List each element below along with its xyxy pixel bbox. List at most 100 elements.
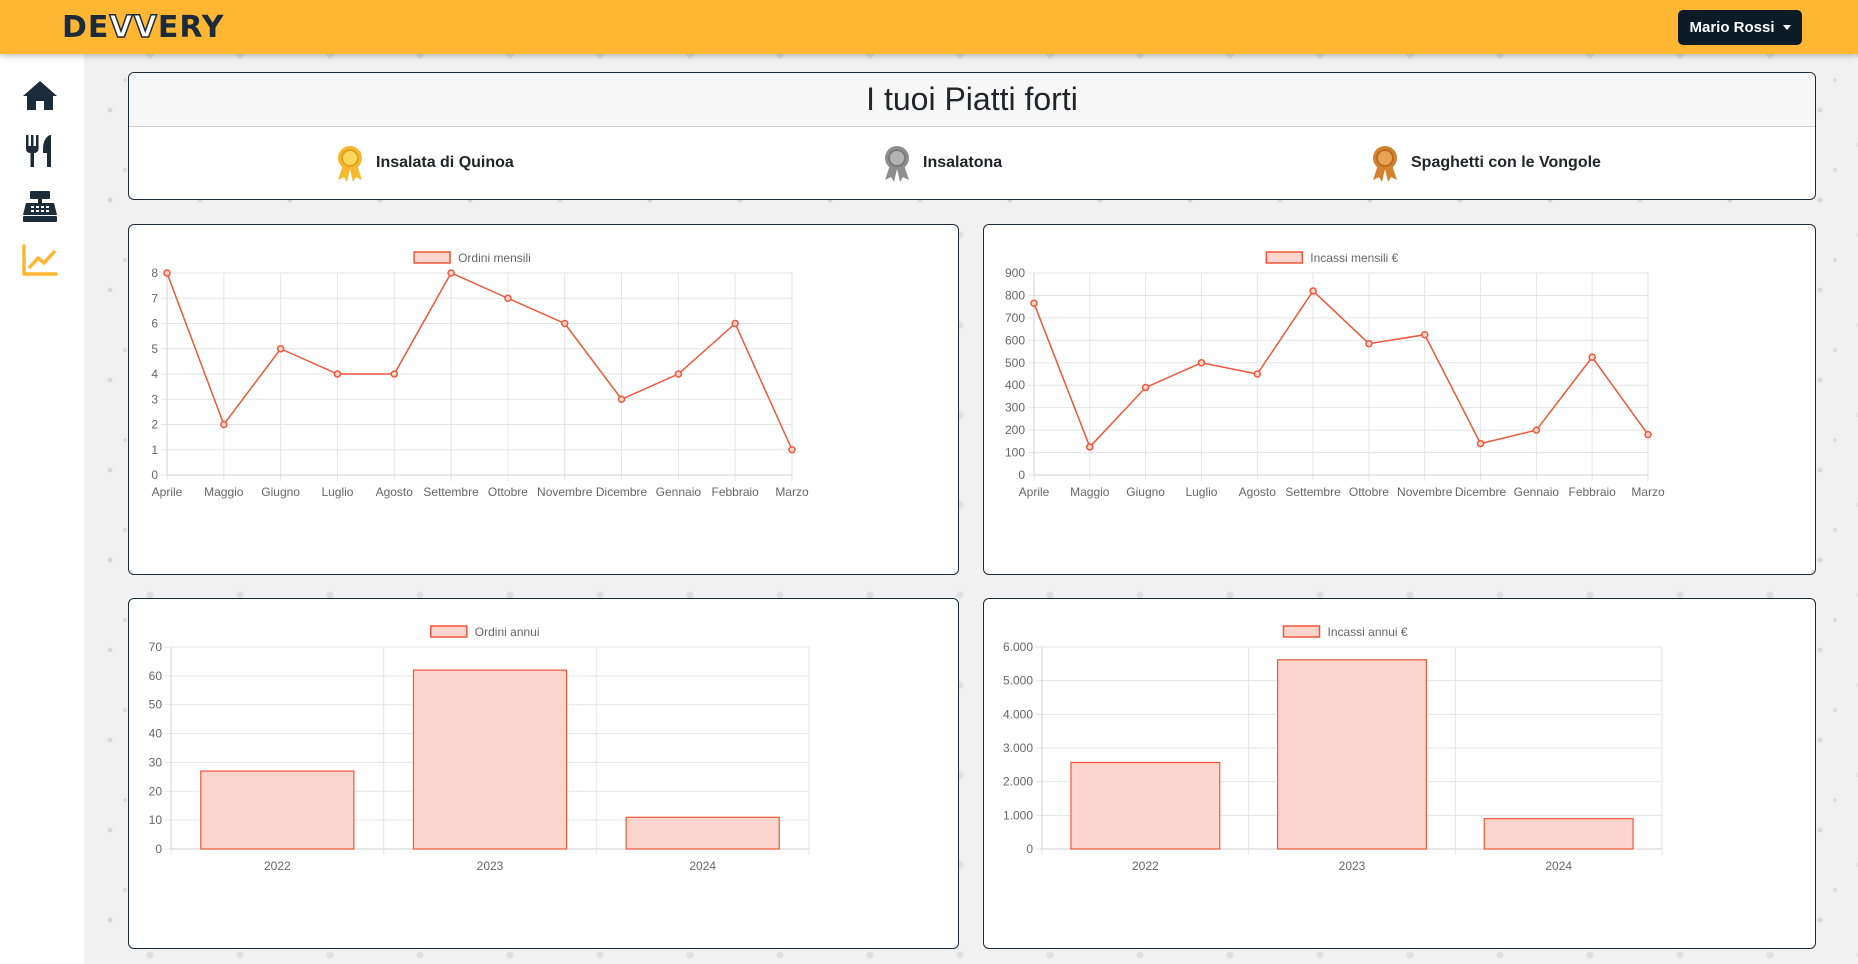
data-point	[674, 370, 683, 378]
home-icon	[23, 81, 57, 110]
y-tick-label: 5	[151, 342, 158, 356]
y-tick-label: 70	[149, 640, 163, 654]
y-tick-label: 20	[149, 784, 163, 798]
y-tick-label: 1	[151, 443, 158, 457]
x-tick-label: Maggio	[204, 485, 244, 499]
yearly-revenue-chart-panel: Incassi annui € 0 1.000 2.000 3.000 4.000 5.00…	[983, 598, 1816, 949]
data-point	[447, 269, 455, 277]
sidebar	[0, 54, 84, 964]
legend-swatch	[1282, 625, 1321, 638]
x-tick-label: Agosto	[1239, 485, 1277, 499]
data-point	[1532, 426, 1541, 434]
y-tick-label: 200	[1005, 423, 1025, 437]
data-point	[1365, 339, 1373, 348]
data-point	[276, 345, 285, 353]
x-tick-label: Agosto	[376, 485, 414, 499]
y-tick-label: 6	[151, 317, 158, 331]
chart-legend: Incassi annui €	[1282, 625, 1408, 639]
x-tick-label: Novembre	[1397, 485, 1453, 499]
x-tick-label: Dicembre	[596, 485, 648, 499]
y-tick-label: 10	[149, 813, 163, 827]
chart-legend: Incassi mensili €	[1265, 251, 1399, 265]
chevron-down-icon	[1782, 25, 1791, 30]
data-point	[1197, 359, 1206, 367]
monthly-revenue-chart: Incassi mensili € 0 100 200 300 400 500 600 700 8…	[1005, 251, 1665, 499]
x-tick-label: 2023	[477, 859, 504, 873]
monthly-revenue-chart-panel: Incassi mensili € 0 100 200 300 400 500 600 700 8…	[983, 224, 1816, 575]
x-tick-label: Marzo	[1631, 485, 1665, 499]
monthly-orders-chart: Ordini mensili 0 1 2 3 4 5 6 7 8 Aprile Maggio Giugn…	[151, 251, 809, 499]
chart-line-icon	[22, 244, 58, 276]
data-point	[1030, 299, 1038, 308]
x-tick-label: Luglio	[1185, 485, 1217, 499]
legend-swatch	[430, 625, 468, 638]
sidebar-item-home[interactable]	[20, 76, 60, 116]
x-tick-label: Ottobre	[488, 485, 528, 499]
top-dish-name: Spaghetti con le Vongole	[1411, 154, 1601, 171]
y-tick-label: 60	[149, 669, 163, 683]
sidebar-item-orders[interactable]	[20, 186, 60, 226]
x-tick-label: Maggio	[1070, 485, 1110, 499]
y-tick-label: 0	[1018, 468, 1025, 482]
x-tick-label: 2024	[689, 859, 716, 873]
chart-legend: Ordini annui	[430, 625, 540, 639]
top-dish-name: Insalata di Quinoa	[376, 154, 514, 171]
x-tick-label: Settembre	[423, 485, 479, 499]
data-point	[731, 319, 739, 328]
series-line	[166, 272, 793, 451]
data-point	[617, 395, 626, 403]
top-dishes-title: I tuoi Piatti forti	[129, 73, 1815, 127]
y-tick-label: 900	[1005, 266, 1025, 280]
data-point	[1588, 353, 1596, 361]
silver-medal-icon	[885, 146, 909, 182]
x-tick-label: 2023	[1339, 859, 1366, 873]
user-menu-button[interactable]: Mario Rossi	[1678, 10, 1802, 45]
data-point	[163, 269, 171, 277]
top-dish-name: Insalatona	[923, 154, 1003, 171]
yearly-revenue-chart: Incassi annui € 0 1.000 2.000 3.000 4.000 5.00…	[1003, 625, 1663, 873]
data-point	[220, 420, 228, 429]
y-tick-label: 0	[151, 468, 158, 482]
x-tick-label: 2022	[1132, 859, 1159, 873]
y-tick-label: 1.000	[1003, 808, 1033, 822]
data-point	[1644, 430, 1652, 439]
y-tick-label: 7	[151, 291, 158, 305]
x-tick-label: Gennaio	[1514, 485, 1560, 499]
bar	[200, 770, 355, 850]
yearly-orders-chart: Ordini annui 0 10 20 30 40 50 60 70 2022 2023 2024	[149, 625, 810, 873]
y-tick-label: 3.000	[1003, 741, 1033, 755]
sidebar-item-statistics[interactable]	[20, 240, 60, 280]
y-tick-label: 2	[151, 418, 158, 432]
top-navbar: DEVVERY Mario Rossi	[0, 0, 1858, 54]
legend-swatch	[1265, 251, 1304, 264]
x-tick-label: Febbraio	[1568, 485, 1616, 499]
bar	[625, 816, 780, 850]
y-tick-label: 8	[151, 266, 158, 280]
data-point	[390, 370, 399, 378]
x-tick-label: Novembre	[537, 485, 593, 499]
data-point	[333, 370, 342, 378]
legend-swatch	[413, 251, 451, 264]
data-point	[1141, 383, 1150, 392]
y-tick-label: 500	[1005, 356, 1025, 370]
data-point	[1420, 330, 1429, 339]
legend-label: Ordini mensili	[458, 251, 531, 265]
legend-label: Incassi mensili €	[1310, 251, 1398, 265]
y-tick-label: 50	[149, 698, 163, 712]
bar	[412, 669, 568, 850]
bar	[1277, 659, 1428, 850]
data-point	[788, 446, 796, 454]
bar	[1483, 818, 1634, 850]
cash-register-icon	[23, 191, 57, 222]
y-tick-label: 6.000	[1003, 640, 1033, 654]
y-tick-label: 2.000	[1003, 775, 1033, 789]
yearly-orders-chart-panel: Ordini annui 0 10 20 30 40 50 60 70 2022 2023 2024	[128, 598, 959, 949]
top-dish-3: Spaghetti con le Vongole	[1369, 143, 1601, 183]
x-tick-label: Settembre	[1285, 485, 1341, 499]
y-tick-label: 4	[151, 367, 158, 381]
app-logo[interactable]: DEVVERY	[62, 9, 225, 46]
data-point	[1309, 287, 1317, 295]
sidebar-item-menu[interactable]	[20, 131, 60, 171]
legend-label: Incassi annui €	[1328, 625, 1408, 639]
y-tick-label: 30	[149, 755, 163, 769]
